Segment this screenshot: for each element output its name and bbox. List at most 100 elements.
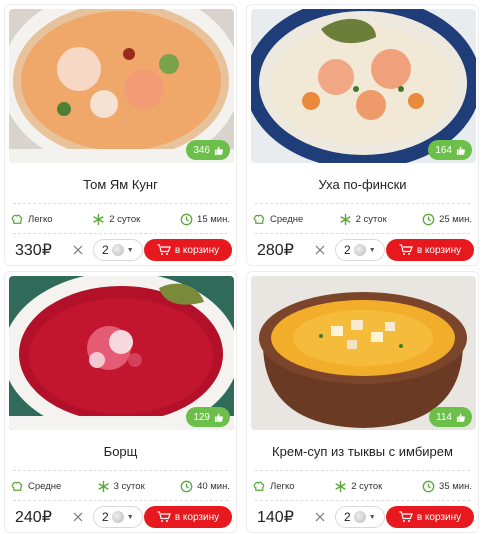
quantity-value: 2 [102,243,109,257]
quantity-value: 2 [344,510,351,524]
chef-hat-icon [253,481,265,491]
likes-count: 114 [436,411,452,423]
quantity-stepper[interactable]: 2 ▼ [335,506,385,528]
price: 280₽ [257,242,294,259]
likes-badge[interactable]: 129 [186,407,230,427]
snowflake-icon [335,480,346,492]
buy-row: 330₽ 2 ▼ в корзину [9,237,232,263]
clock-icon [422,480,435,492]
likes-badge[interactable]: 114 [429,407,472,427]
clock-icon [422,213,435,225]
chef-hat-icon [11,214,23,224]
product-meta: Легко 2 суток 35 мин. [253,477,472,495]
difficulty-label: Легко [28,213,53,225]
product-meta: Средне 2 суток 25 мин. [253,210,472,228]
divider [255,203,470,204]
price: 240₽ [15,509,52,526]
product-title[interactable]: Борщ [5,444,236,459]
snowflake-icon [97,480,109,492]
quantity-knob[interactable] [111,511,124,523]
chevron-down-icon[interactable]: ▼ [127,514,134,521]
add-to-cart-label: в корзину [174,244,220,256]
divider [13,203,228,204]
product-meta: Легко 2 суток 15 мин. [11,210,230,228]
quantity-value: 2 [102,510,109,524]
add-to-cart-label: в корзину [174,511,220,523]
product-card: 164 Уха по-фински Средне 2 суток 25 мин.… [246,4,479,266]
difficulty-label: Средне [270,213,304,225]
product-title[interactable]: Крем-суп из тыквы с имбирем [247,444,478,459]
clock-icon [180,213,193,225]
chef-hat-icon [11,481,23,491]
price: 140₽ [257,509,294,526]
quantity-stepper[interactable]: 2 ▼ [93,239,143,261]
multiply-icon [315,245,325,255]
quantity-knob[interactable] [353,244,366,256]
snowflake-icon [339,213,351,225]
cart-icon [399,511,413,522]
divider [255,500,470,501]
buy-row: 240₽ 2 ▼ в корзину [9,504,232,530]
cart-icon [157,244,171,255]
quantity-knob[interactable] [111,244,124,256]
thumbs-up-icon [214,146,223,155]
likes-badge[interactable]: 346 [186,140,230,160]
add-to-cart-label: в корзину [416,244,462,256]
product-photo[interactable]: 129 [9,276,234,430]
buy-row: 140₽ 2 ▼ в корзину [251,504,474,530]
difficulty-label: Средне [28,480,62,492]
divider [255,470,470,471]
likes-count: 129 [193,411,210,423]
product-grid: 346 Том Ям Кунг Легко 2 суток 15 мин. 33… [0,0,486,534]
chef-hat-icon [253,214,265,224]
product-photo[interactable]: 164 [251,9,476,163]
quantity-stepper[interactable]: 2 ▼ [335,239,385,261]
cart-icon [399,244,413,255]
product-photo[interactable]: 114 [251,276,476,430]
cook-time-label: 40 мин. [197,480,230,492]
chevron-down-icon[interactable]: ▼ [369,514,376,521]
product-card: 114 Крем-суп из тыквы с имбирем Легко 2 … [246,271,479,533]
shelf-life-label: 3 суток [113,480,145,492]
cart-icon [157,511,171,522]
cook-time-label: 15 мин. [197,213,230,225]
add-to-cart-label: в корзину [416,511,462,523]
cook-time-label: 35 мин. [439,480,472,492]
shelf-life-label: 2 суток [109,213,141,225]
likes-count: 164 [435,144,452,156]
multiply-icon [315,512,325,522]
price: 330₽ [15,242,52,259]
clock-icon [180,480,193,492]
product-card: 346 Том Ям Кунг Легко 2 суток 15 мин. 33… [4,4,237,266]
divider [13,233,228,234]
quantity-value: 2 [344,243,351,257]
likes-badge[interactable]: 164 [428,140,472,160]
product-meta: Средне 3 суток 40 мин. [11,477,230,495]
add-to-cart-button[interactable]: в корзину [386,239,474,261]
add-to-cart-button[interactable]: в корзину [386,506,474,528]
multiply-icon [73,245,83,255]
divider [13,470,228,471]
thumbs-up-icon [456,146,465,155]
product-card: 129 Борщ Средне 3 суток 40 мин. 240₽ 2 ▼… [4,271,237,533]
snowflake-icon [93,213,104,225]
chevron-down-icon[interactable]: ▼ [127,247,134,254]
add-to-cart-button[interactable]: в корзину [144,239,232,261]
quantity-stepper[interactable]: 2 ▼ [93,506,143,528]
divider [13,500,228,501]
shelf-life-label: 2 суток [351,480,383,492]
chevron-down-icon[interactable]: ▼ [369,247,376,254]
product-photo[interactable]: 346 [9,9,234,163]
buy-row: 280₽ 2 ▼ в корзину [251,237,474,263]
add-to-cart-button[interactable]: в корзину [144,506,232,528]
thumbs-up-icon [456,413,465,422]
multiply-icon [73,512,83,522]
difficulty-label: Легко [270,480,295,492]
shelf-life-label: 2 суток [355,213,387,225]
product-title[interactable]: Уха по-фински [247,177,478,192]
quantity-knob[interactable] [353,511,366,523]
cook-time-label: 25 мин. [439,213,472,225]
thumbs-up-icon [214,413,223,422]
product-title[interactable]: Том Ям Кунг [5,177,236,192]
divider [255,233,470,234]
